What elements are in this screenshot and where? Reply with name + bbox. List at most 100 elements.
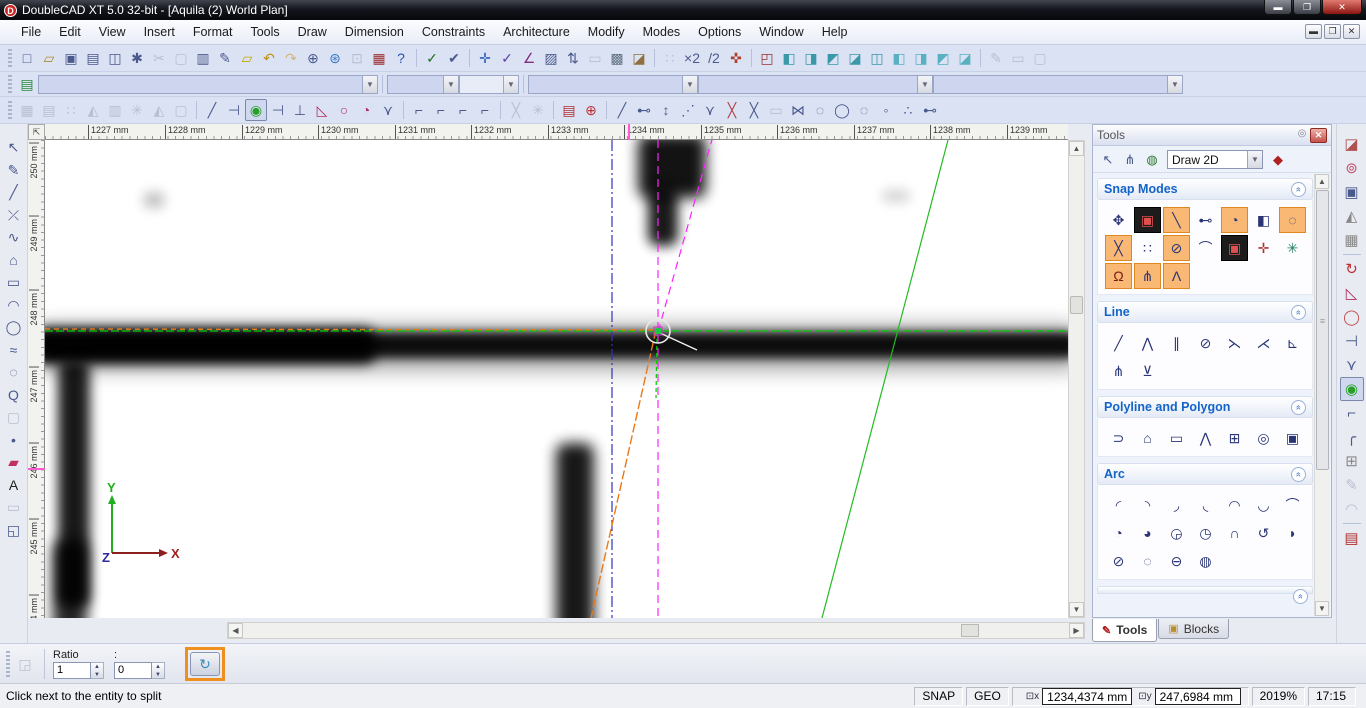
view-back-icon[interactable]: ◨ [800, 47, 822, 69]
toolbar-grip[interactable] [6, 651, 10, 677]
line-split-icon[interactable]: ╱ [201, 99, 223, 121]
circle-modify-icon[interactable]: ◯ [1340, 305, 1364, 329]
snap-guide-icon[interactable]: ⋔ [1134, 263, 1161, 289]
break-gap-icon[interactable]: ⊣ [267, 99, 289, 121]
text-tool-icon[interactable]: A [3, 474, 25, 496]
split-entity-active-icon[interactable]: ◉ [1340, 377, 1364, 401]
print-area-icon[interactable]: ▤ [558, 99, 580, 121]
arc-concentric-icon[interactable]: ◡ [1250, 492, 1277, 518]
snap-segment-icon[interactable]: ⊷ [633, 99, 655, 121]
menu-tools[interactable]: Tools [241, 22, 288, 42]
chevron-down-icon[interactable]: ▼ [682, 76, 697, 93]
ucs-cube-icon[interactable]: ◰ [756, 47, 778, 69]
collapse-chevron-icon[interactable]: « [1291, 182, 1306, 197]
print-red-icon[interactable]: ▤ [1340, 526, 1364, 550]
arc-center-begin-end-icon[interactable]: ◝ [1134, 492, 1161, 518]
hatch-pattern-icon[interactable]: ▨ [540, 47, 562, 69]
chevron-down-icon[interactable]: ▼ [1167, 76, 1182, 93]
scroll-down-button[interactable]: ▼ [1069, 602, 1084, 617]
open-file-icon[interactable]: ▱ [38, 47, 60, 69]
angular-line-icon[interactable]: ⋀ [1134, 330, 1161, 356]
trim-icon[interactable]: ◺ [1340, 281, 1364, 305]
scroll-up-button[interactable]: ▲ [1069, 141, 1084, 156]
panel-close-icon[interactable]: ✕ [1310, 128, 1327, 143]
mdi-close-button[interactable]: ✕ [1343, 24, 1360, 39]
view-top-icon[interactable]: ◫ [866, 47, 888, 69]
chevron-down-icon[interactable]: ▼ [362, 76, 377, 93]
explode-entity-icon[interactable]: ⊞ [1340, 449, 1364, 473]
toolbar-grip[interactable] [8, 49, 12, 67]
new-file-icon[interactable]: □ [16, 47, 38, 69]
tangent-two-arcs-icon[interactable]: ⋌ [1250, 330, 1277, 356]
snap-intersection-icon[interactable]: ◌ [1279, 207, 1306, 233]
scroll-left-button[interactable]: ◀ [228, 623, 243, 638]
snap-triple-icon[interactable]: ∴ [897, 99, 919, 121]
sketch-pen-icon[interactable]: ✎ [3, 159, 25, 181]
spell-check-icon[interactable]: ✓ [421, 47, 443, 69]
mdi-minimize-button[interactable]: ▬ [1305, 24, 1322, 39]
copy-format-icon[interactable]: ▱ [236, 47, 258, 69]
slope-angle-icon[interactable]: ∠ [518, 47, 540, 69]
snap-nearest-icon[interactable]: ╲ [1163, 207, 1190, 233]
settings-gear-icon[interactable]: ✱ [126, 47, 148, 69]
menu-insert[interactable]: Insert [135, 22, 184, 42]
split-line-icon[interactable]: ⊣ [1340, 329, 1364, 353]
menu-window[interactable]: Window [750, 22, 812, 42]
color-combo[interactable]: ▼ [459, 75, 519, 94]
meet-lines-icon[interactable]: ⋎ [1340, 353, 1364, 377]
chevron-down-icon[interactable]: ▼ [1247, 151, 1262, 168]
zoom-level[interactable]: 2019% [1252, 687, 1305, 706]
chevron-down-icon[interactable]: ▼ [443, 76, 458, 93]
toolbar-grip[interactable] [8, 101, 12, 119]
arc-start-angle-icon[interactable]: ◠ [1221, 492, 1248, 518]
print-preview-icon[interactable]: ◫ [104, 47, 126, 69]
perpendicular-line-icon[interactable]: ⊾ [1279, 330, 1306, 356]
lineweight-combo[interactable]: ▼ [528, 75, 698, 94]
snap-divide-icon[interactable]: ✛ [1250, 235, 1277, 261]
tool-group-combo[interactable]: Draw 2D ▼ [1167, 150, 1263, 169]
single-line-icon[interactable]: ╱ [1105, 330, 1132, 356]
angle-constraint-icon[interactable]: ✓ [496, 47, 518, 69]
transform-icon[interactable]: ▣ [1340, 180, 1364, 204]
fillet-icon[interactable]: ╭ [1340, 425, 1364, 449]
drawing-canvas[interactable]: Y Z X [45, 140, 1068, 618]
select-arrow-icon[interactable]: ↖ [3, 136, 25, 158]
view-left-icon[interactable]: ◩ [822, 47, 844, 69]
line-tool-icon[interactable]: ╱ [3, 181, 25, 203]
coordinate-system-icon[interactable]: ✛ [474, 47, 496, 69]
arc-complement-icon[interactable]: ◗ [1279, 520, 1306, 546]
circle-split-icon[interactable]: ○ [333, 99, 355, 121]
spline-tool-icon[interactable]: ≈ [3, 339, 25, 361]
horizontal-scrollbar[interactable]: ◀ ▶ [227, 622, 1085, 639]
rectangle-icon[interactable]: ▭ [1163, 425, 1190, 451]
ratio-numerator-input[interactable] [53, 662, 91, 679]
copy-entities-icon[interactable]: ⊚ [1340, 156, 1364, 180]
menu-format[interactable]: Format [184, 22, 242, 42]
menu-modify[interactable]: Modify [579, 22, 634, 42]
undo-icon[interactable]: ↶ [258, 47, 280, 69]
view-front-icon[interactable]: ◧ [778, 47, 800, 69]
arc-1-2-point-icon[interactable]: ◔ [1105, 520, 1132, 546]
polygon-icon[interactable]: ⌂ [1134, 425, 1161, 451]
horizontal-scroll-thumb[interactable] [961, 624, 979, 637]
arc-quarter-icon[interactable]: ◟ [1192, 492, 1219, 518]
calculator-icon[interactable]: ▦ [368, 47, 390, 69]
arc-sketch-icon[interactable]: ◷ [1192, 520, 1219, 546]
corner-fillet-icon[interactable]: ⌐ [430, 99, 452, 121]
scale-half-icon[interactable]: /2 [703, 47, 725, 69]
circle-tool-icon[interactable]: ◯ [3, 316, 25, 338]
geo-toggle[interactable]: GEO [966, 687, 1009, 706]
panel-scroll-thumb[interactable] [1316, 190, 1329, 470]
format-brush-icon[interactable]: ✎ [214, 47, 236, 69]
arc-trim-icon[interactable]: ⊘ [1105, 548, 1132, 574]
corner-chamfer-icon[interactable]: ⌐ [452, 99, 474, 121]
menu-modes[interactable]: Modes [634, 22, 690, 42]
collapse-chevron-icon[interactable]: « [1291, 305, 1306, 320]
tab-blocks[interactable]: ▣ Blocks [1158, 619, 1229, 639]
snap-magnet-icon[interactable]: Ω [1105, 263, 1132, 289]
multiline-icon[interactable]: ⋔ [1105, 358, 1132, 384]
zoom-world-icon[interactable]: ⊛ [324, 47, 346, 69]
view-iso-se-icon[interactable]: ◪ [954, 47, 976, 69]
spinner-arrows[interactable]: ▲▼ [91, 662, 104, 679]
spinner-arrows[interactable]: ▲▼ [152, 662, 165, 679]
